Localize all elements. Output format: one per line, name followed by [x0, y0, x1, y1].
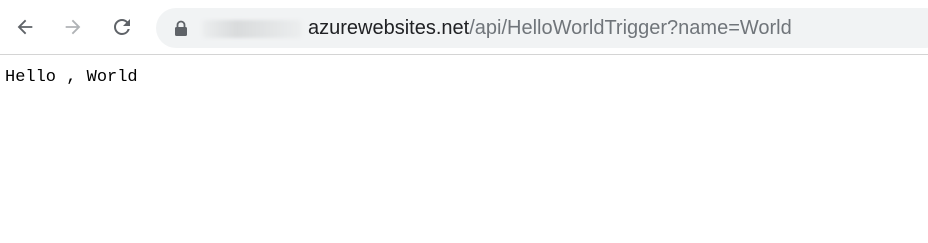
url-text[interactable]: azurewebsites.net/api/HelloWorldTrigger?…	[202, 8, 792, 48]
reload-button[interactable]	[105, 10, 139, 44]
forward-button[interactable]	[56, 10, 90, 44]
back-button[interactable]	[8, 10, 42, 44]
address-bar[interactable]: azurewebsites.net/api/HelloWorldTrigger?…	[156, 8, 928, 48]
url-subdomain-redacted	[202, 19, 302, 38]
reload-icon	[114, 19, 130, 35]
url-host: azurewebsites.net	[308, 17, 470, 39]
lock-icon[interactable]	[174, 20, 188, 36]
arrow-right-icon	[65, 19, 81, 35]
arrow-left-icon	[17, 19, 33, 35]
url-path: /api/HelloWorldTrigger?name=World	[469, 17, 792, 39]
browser-toolbar: azurewebsites.net/api/HelloWorldTrigger?…	[0, 0, 928, 55]
page-body-text: Hello , World	[5, 68, 138, 87]
